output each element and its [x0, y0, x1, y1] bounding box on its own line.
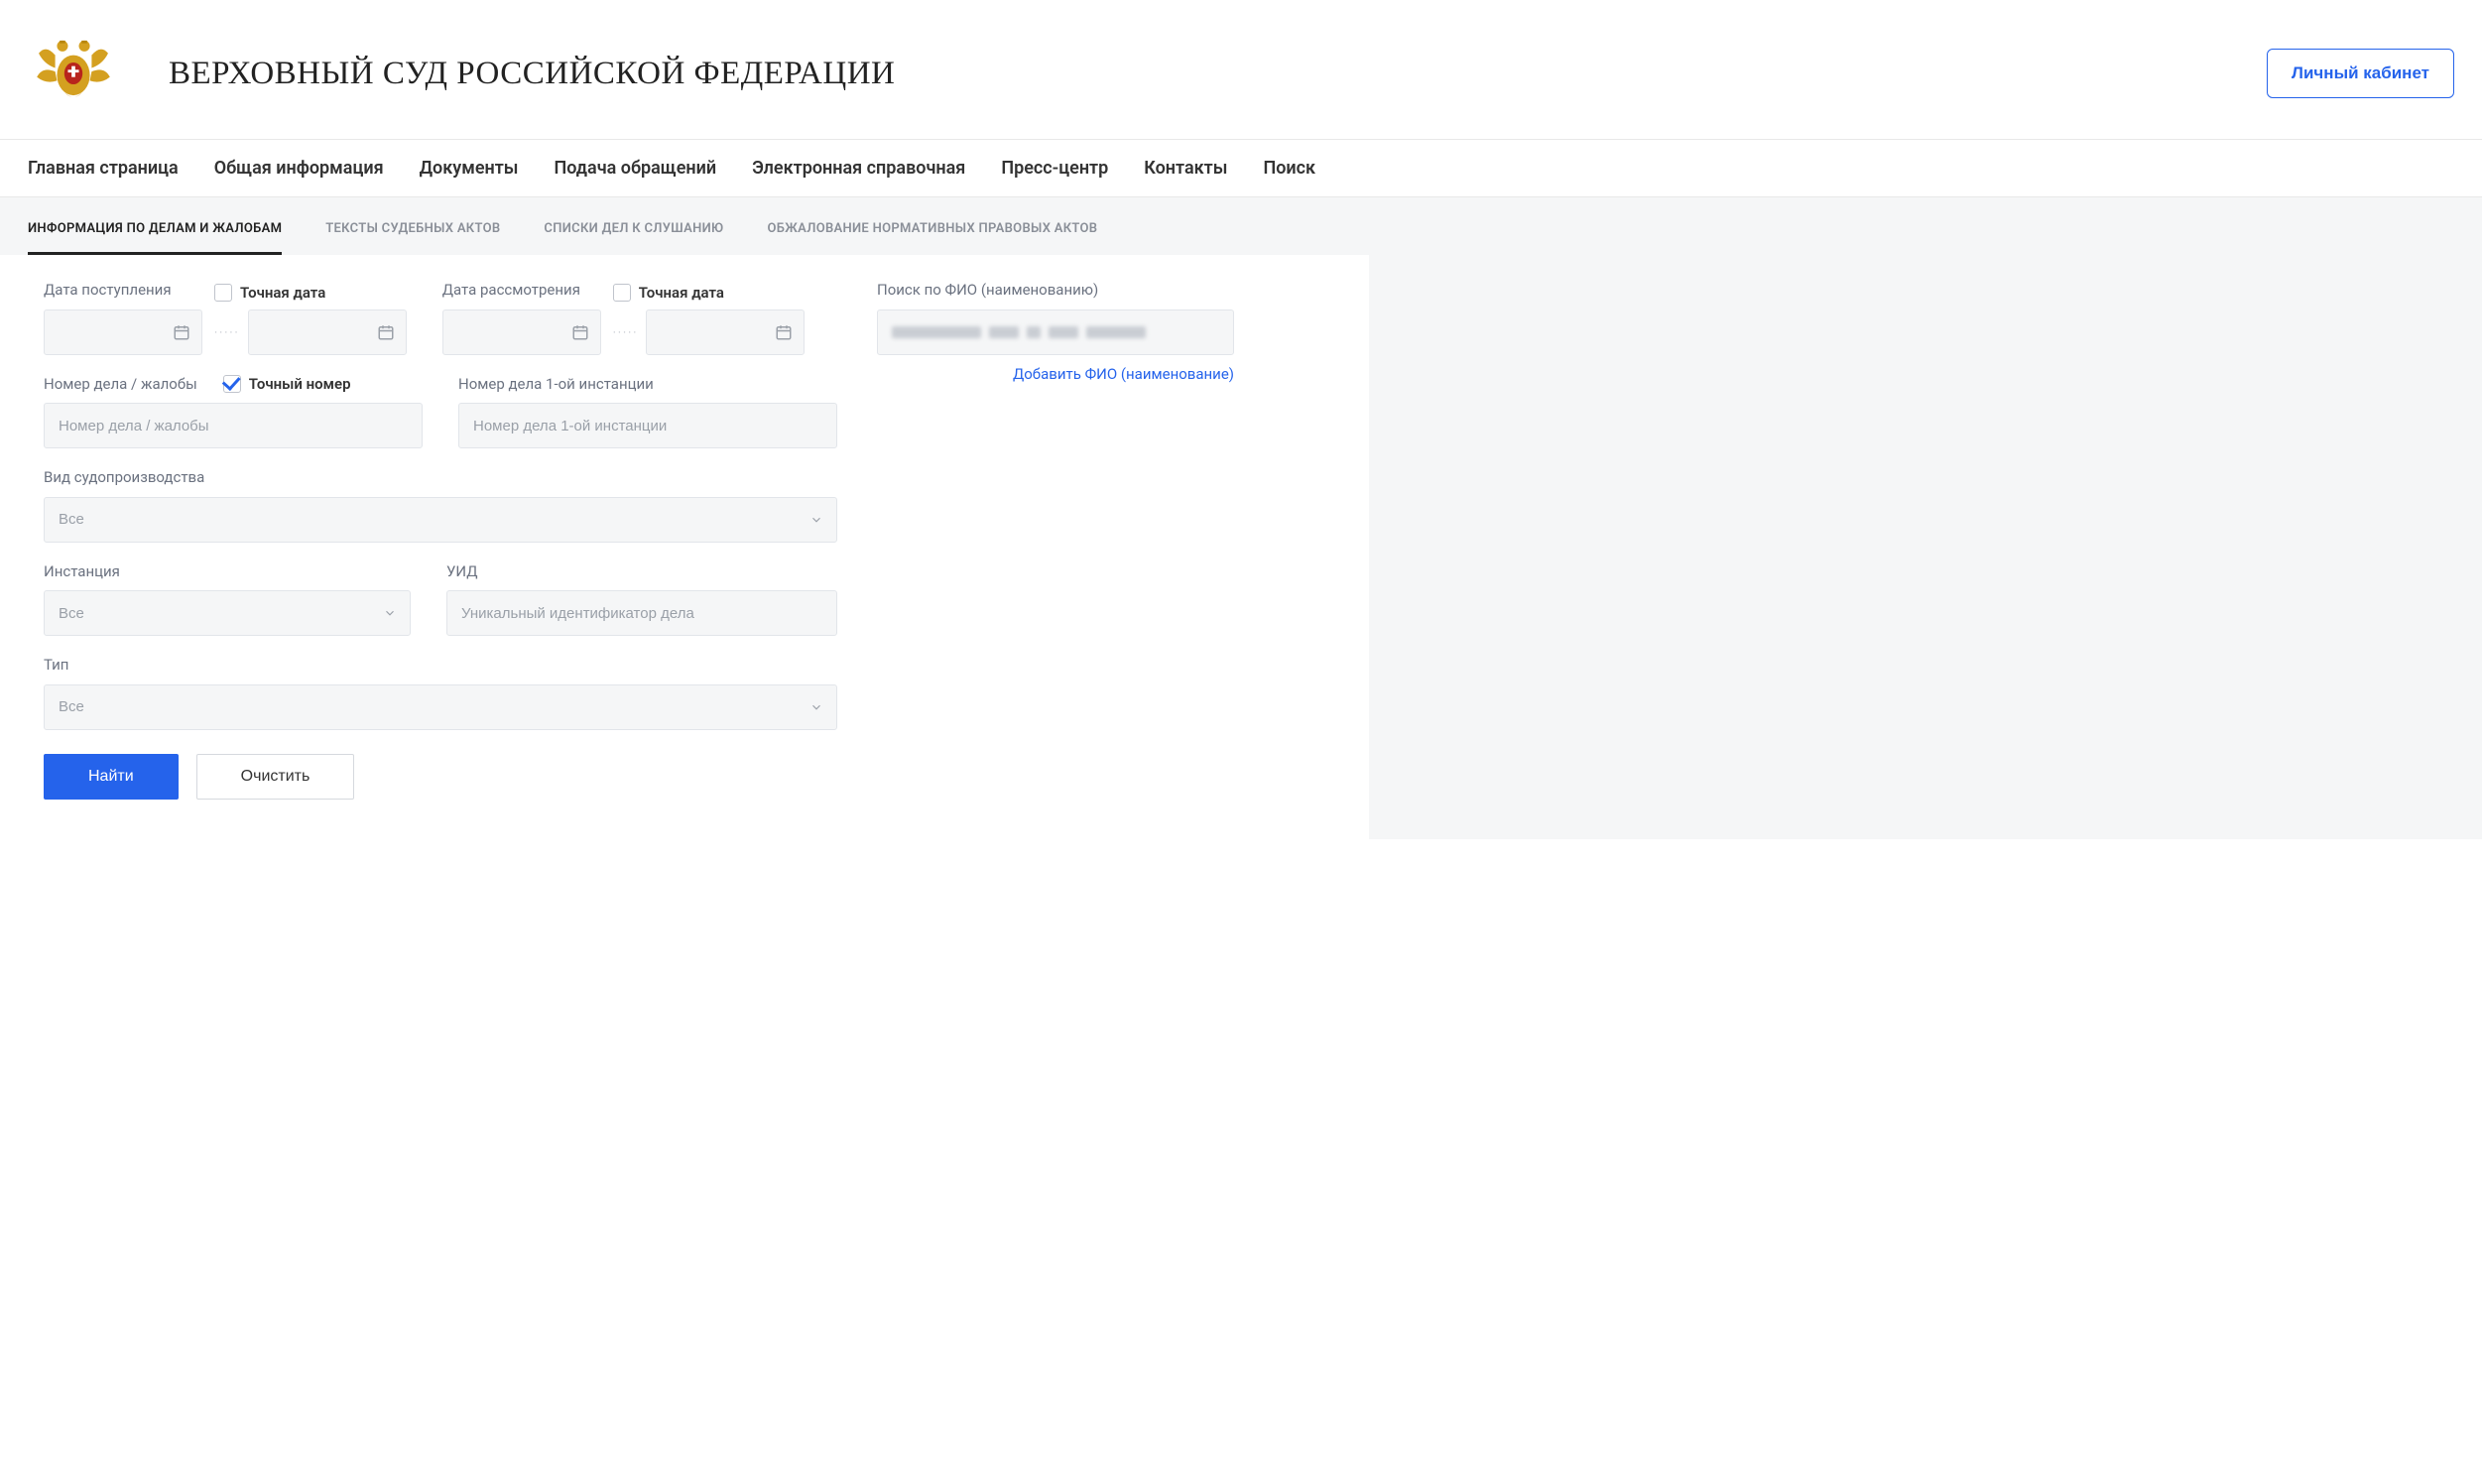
range-separator: ····· — [214, 309, 240, 355]
add-fio-link[interactable]: Добавить ФИО (наименование) — [877, 365, 1234, 383]
tab-judicial-texts[interactable]: ТЕКСТЫ СУДЕБНЫХ АКТОВ — [325, 221, 500, 255]
case-number-input[interactable] — [44, 403, 423, 448]
fio-search-label: Поиск по ФИО (наименованию) — [877, 279, 1234, 302]
coat-of-arms-icon — [28, 28, 119, 119]
exact-number-label: Точный номер — [249, 375, 351, 393]
exact-date-received-label: Точная дата — [240, 284, 325, 302]
exact-date-received-checkbox[interactable] — [214, 284, 232, 302]
fio-search-input[interactable] — [877, 309, 1234, 355]
nav-contacts[interactable]: Контакты — [1144, 140, 1227, 196]
main-nav: Главная страница Общая информация Докуме… — [0, 140, 2482, 197]
nav-press[interactable]: Пресс-центр — [1001, 140, 1108, 196]
date-review-label: Дата рассмотрения — [442, 279, 601, 302]
proceeding-type-select[interactable]: Все — [44, 497, 837, 543]
instance-select[interactable]: Все — [44, 590, 411, 636]
instance-label: Инстанция — [44, 560, 411, 583]
case-number-label: Номер дела / жалобы — [44, 373, 197, 396]
tab-cases-info[interactable]: ИНФОРМАЦИЯ ПО ДЕЛАМ И ЖАЛОБАМ — [28, 221, 282, 255]
content-area: ИНФОРМАЦИЯ ПО ДЕЛАМ И ЖАЛОБАМ ТЕКСТЫ СУД… — [0, 197, 2482, 839]
type-label: Тип — [44, 654, 837, 677]
clear-button[interactable]: Очистить — [196, 754, 355, 800]
search-button[interactable]: Найти — [44, 754, 179, 800]
type-select[interactable]: Все — [44, 684, 837, 730]
date-review-from[interactable] — [442, 309, 601, 355]
proceeding-type-label: Вид судопроизводства — [44, 466, 837, 489]
date-received-from[interactable] — [44, 309, 202, 355]
exact-date-review-checkbox[interactable] — [613, 284, 631, 302]
uid-label: УИД — [446, 560, 837, 583]
exact-date-review-label: Точная дата — [639, 284, 724, 302]
nav-submit[interactable]: Подача обращений — [555, 140, 717, 196]
first-instance-input[interactable] — [458, 403, 837, 448]
form-main-column: Дата поступления Точная дата — [44, 279, 837, 800]
site-title: ВЕРХОВНЫЙ СУД РОССИЙСКОЙ ФЕДЕРАЦИИ — [169, 56, 2267, 92]
login-button[interactable]: Личный кабинет — [2267, 49, 2454, 98]
date-received-to[interactable] — [248, 309, 407, 355]
date-received-label: Дата поступления — [44, 279, 202, 302]
nav-home[interactable]: Главная страница — [28, 140, 179, 196]
sub-nav: ИНФОРМАЦИЯ ПО ДЕЛАМ И ЖАЛОБАМ ТЕКСТЫ СУД… — [0, 197, 2482, 255]
exact-number-checkbox[interactable] — [223, 375, 241, 393]
search-form-panel: Дата поступления Точная дата — [0, 255, 1369, 839]
nav-documents[interactable]: Документы — [420, 140, 519, 196]
tab-appeals[interactable]: ОБЖАЛОВАНИЕ НОРМАТИВНЫХ ПРАВОВЫХ АКТОВ — [767, 221, 1097, 255]
site-header: ВЕРХОВНЫЙ СУД РОССИЙСКОЙ ФЕДЕРАЦИИ Личны… — [0, 0, 2482, 140]
nav-search[interactable]: Поиск — [1263, 140, 1315, 196]
nav-general-info[interactable]: Общая информация — [214, 140, 384, 196]
range-separator: ····· — [613, 309, 639, 355]
uid-input[interactable] — [446, 590, 837, 636]
nav-reference[interactable]: Электронная справочная — [752, 140, 965, 196]
first-instance-label: Номер дела 1-ой инстанции — [458, 373, 837, 396]
form-side-column: Поиск по ФИО (наименованию) Добавить ФИО… — [877, 279, 1234, 800]
tab-hearing-lists[interactable]: СПИСКИ ДЕЛ К СЛУШАНИЮ — [544, 221, 723, 255]
date-review-to[interactable] — [646, 309, 805, 355]
